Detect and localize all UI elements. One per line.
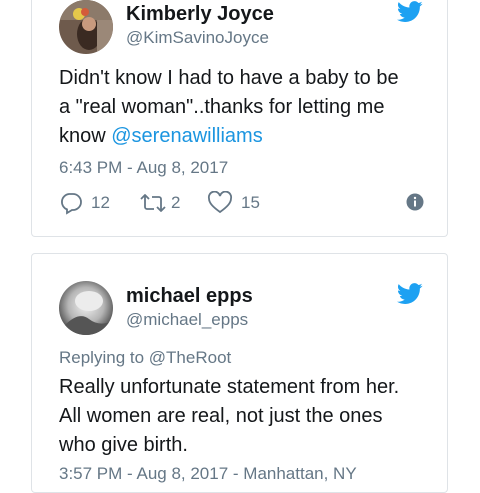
tweet-text-line: who give birth. <box>59 434 188 456</box>
tweet-text-segment: know <box>59 125 112 147</box>
replying-to: Replying to @TheRoot <box>59 348 231 368</box>
like-count: 15 <box>241 193 260 212</box>
avatar[interactable] <box>59 0 113 54</box>
twitter-bird-icon[interactable] <box>396 283 423 305</box>
tweet-text-line: a "real woman"..thanks for letting me <box>59 96 385 118</box>
info-icon[interactable] <box>406 193 424 211</box>
retweet-count: 2 <box>171 193 181 212</box>
tweet-timestamp[interactable]: 6:43 PM - Aug 8, 2017 <box>59 158 228 178</box>
display-name[interactable]: michael epps <box>126 285 253 308</box>
tweet-text: Didn't know I had to have a baby to be a… <box>59 64 439 151</box>
like-button[interactable]: 15 <box>207 191 260 215</box>
tweet-timestamp[interactable]: 3:57 PM - Aug 8, 2017 - Manhattan, NY <box>59 464 357 484</box>
like-heart-icon <box>207 191 233 215</box>
retweet-icon <box>139 191 167 215</box>
reply-icon <box>59 191 83 215</box>
user-handle[interactable]: @michael_epps <box>126 310 248 330</box>
avatar[interactable] <box>59 281 113 335</box>
mention-link[interactable]: @serenawilliams <box>111 125 262 147</box>
tweet-actions: 12 2 15 <box>59 191 429 217</box>
user-handle[interactable]: @KimSavinoJoyce <box>126 28 269 48</box>
tweet-card-2[interactable]: michael epps @michael_epps Replying to @… <box>31 253 448 493</box>
display-name[interactable]: Kimberly Joyce <box>126 3 274 26</box>
reply-button[interactable]: 12 <box>59 191 110 215</box>
tweet-text-line: know @serenawilliams <box>59 122 439 151</box>
tweet-text: Really unfortunate statement from her. A… <box>59 373 439 460</box>
tweet-card-1[interactable]: Kimberly Joyce @KimSavinoJoyce Didn't kn… <box>31 0 448 237</box>
retweet-button[interactable]: 2 <box>139 191 180 215</box>
reply-count: 12 <box>91 193 110 212</box>
tweet-text-line: Really unfortunate statement from her. <box>59 376 400 398</box>
replying-to-link[interactable]: @TheRoot <box>149 348 231 367</box>
tweet-text-line: All women are real, not just the ones <box>59 405 383 427</box>
tweet-text-line: Didn't know I had to have a baby to be <box>59 67 399 89</box>
twitter-bird-icon[interactable] <box>396 1 423 23</box>
replying-to-label: Replying to <box>59 348 149 367</box>
